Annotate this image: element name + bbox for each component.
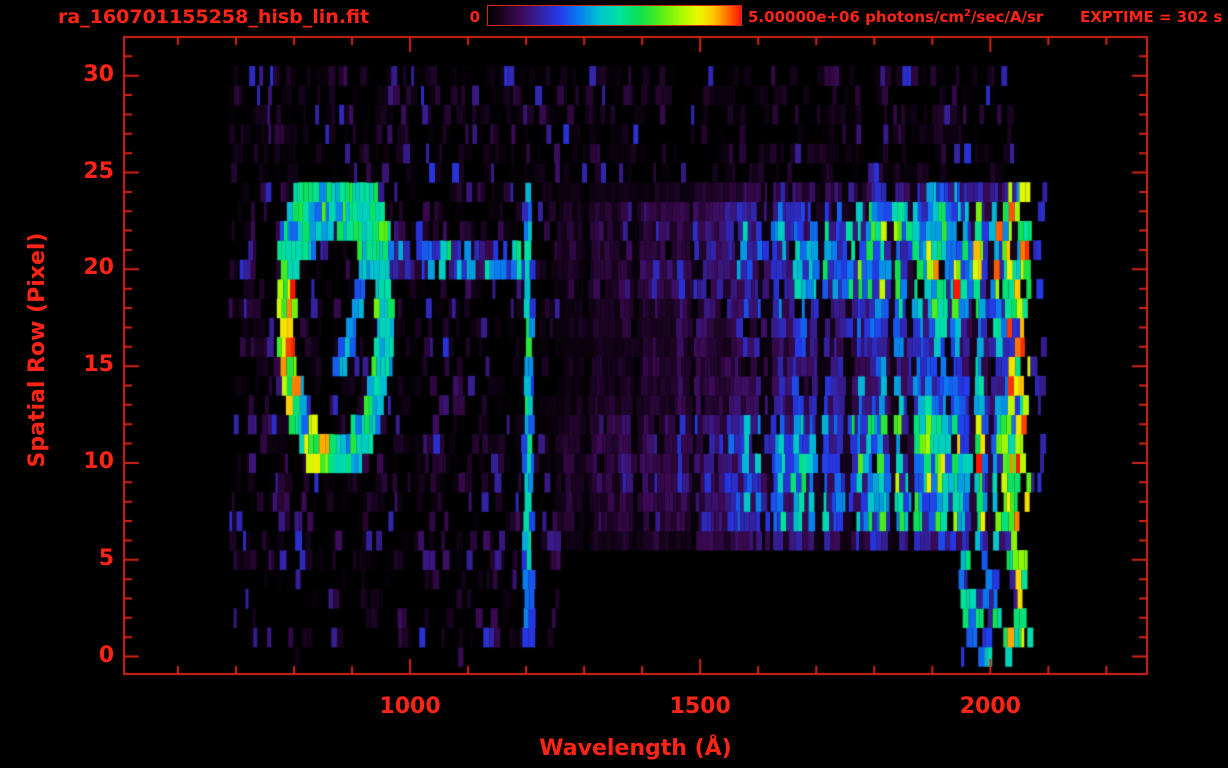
exptime-label: EXPTIME = 302 s (1080, 8, 1223, 26)
x-tick-label: 2000 (959, 694, 1021, 719)
colorbar (487, 5, 742, 26)
y-tick-label: 15 (83, 352, 114, 378)
colorbar-units-suffix: /sec/A/sr (970, 8, 1044, 26)
spectral-image-canvas (0, 0, 1228, 768)
y-tick-label: 25 (83, 158, 114, 184)
page-title: ra_160701155258_hisb_lin.fit (58, 6, 370, 28)
y-tick-label: 20 (83, 255, 114, 281)
y-axis-label: Spatial Row (Pixel) (25, 232, 50, 468)
colorbar-max-label: 5.00000e+06 photons/cm2/sec/A/sr (748, 8, 1043, 26)
x-tick-label: 1500 (669, 694, 731, 719)
colorbar-units-prefix: photons/cm (859, 8, 964, 26)
colorbar-max-value: 5.00000e+06 (748, 8, 860, 26)
y-tick-label: 5 (98, 545, 114, 571)
fits-viewer-window: ra_160701155258_hisb_lin.fit 0 5.00000e+… (0, 0, 1228, 768)
y-tick-label: 0 (98, 642, 114, 668)
colorbar-units-exponent: 2 (963, 8, 971, 19)
x-axis-label: Wavelength (Å) (539, 736, 732, 761)
y-tick-label: 10 (83, 448, 114, 474)
x-tick-label: 1000 (379, 694, 441, 719)
colorbar-min-label: 0 (469, 8, 480, 26)
y-tick-label: 30 (83, 61, 114, 87)
